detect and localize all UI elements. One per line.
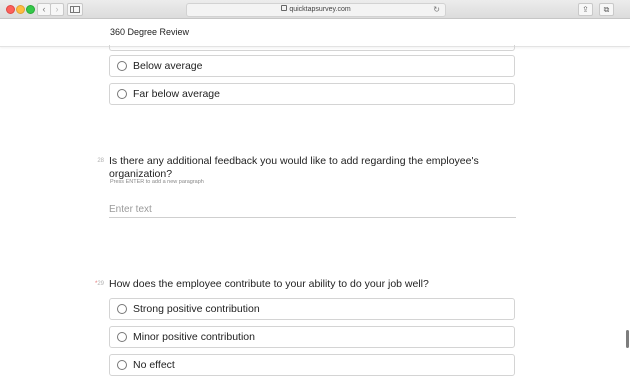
show-tabs-button[interactable]: ⧉	[599, 3, 614, 16]
option-label: Strong positive contribution	[133, 303, 260, 315]
close-window-icon[interactable]	[6, 5, 15, 14]
feedback-text-input[interactable]	[109, 201, 516, 218]
option-no-effect[interactable]: No effect	[109, 354, 515, 376]
back-button[interactable]: ‹	[37, 3, 51, 16]
option-label: No effect	[133, 359, 175, 371]
question-number: 28	[97, 158, 104, 164]
option-partial[interactable]	[109, 45, 515, 51]
lock-icon	[281, 5, 288, 12]
radio-button[interactable]	[117, 360, 127, 370]
survey-header: 360 Degree Review	[0, 19, 630, 47]
scrollbar-thumb[interactable]	[626, 330, 629, 348]
sidebar-icon	[70, 6, 80, 13]
radio-button[interactable]	[117, 304, 127, 314]
url-text-wrap: quicktapsurvey.com	[187, 4, 445, 16]
question-text: How does the employee contribute to your…	[109, 278, 429, 290]
question-number: 29	[97, 281, 104, 287]
question-number-wrap: *29	[90, 281, 104, 287]
browser-toolbar: ‹ › quicktapsurvey.com ↻ ⇪ ⧉	[0, 0, 630, 19]
option-label: Minor positive contribution	[133, 331, 255, 343]
survey-title: 360 Degree Review	[110, 27, 190, 37]
question-text: Is there any additional feedback you wou…	[109, 155, 479, 180]
option-far-below-average[interactable]: Far below average	[109, 83, 515, 105]
radio-button[interactable]	[117, 332, 127, 342]
option-label: Below average	[133, 60, 203, 72]
sidebar-toggle-button[interactable]	[67, 3, 83, 16]
option-below-average[interactable]: Below average	[109, 55, 515, 77]
forward-button[interactable]: ›	[50, 3, 64, 16]
share-button[interactable]: ⇪	[578, 3, 593, 16]
option-strong-positive-contribution[interactable]: Strong positive contribution	[109, 298, 515, 320]
option-label: Far below average	[133, 88, 220, 100]
url-text: quicktapsurvey.com	[289, 6, 351, 13]
address-bar[interactable]: quicktapsurvey.com ↻	[186, 3, 446, 17]
radio-button[interactable]	[117, 61, 127, 71]
option-minor-positive-contribution[interactable]: Minor positive contribution	[109, 326, 515, 348]
reload-icon[interactable]: ↻	[433, 4, 440, 16]
minimize-window-icon[interactable]	[16, 5, 25, 14]
input-hint: Press ENTER to add a new paragraph	[110, 179, 204, 185]
zoom-window-icon[interactable]	[26, 5, 35, 14]
radio-button[interactable]	[117, 89, 127, 99]
